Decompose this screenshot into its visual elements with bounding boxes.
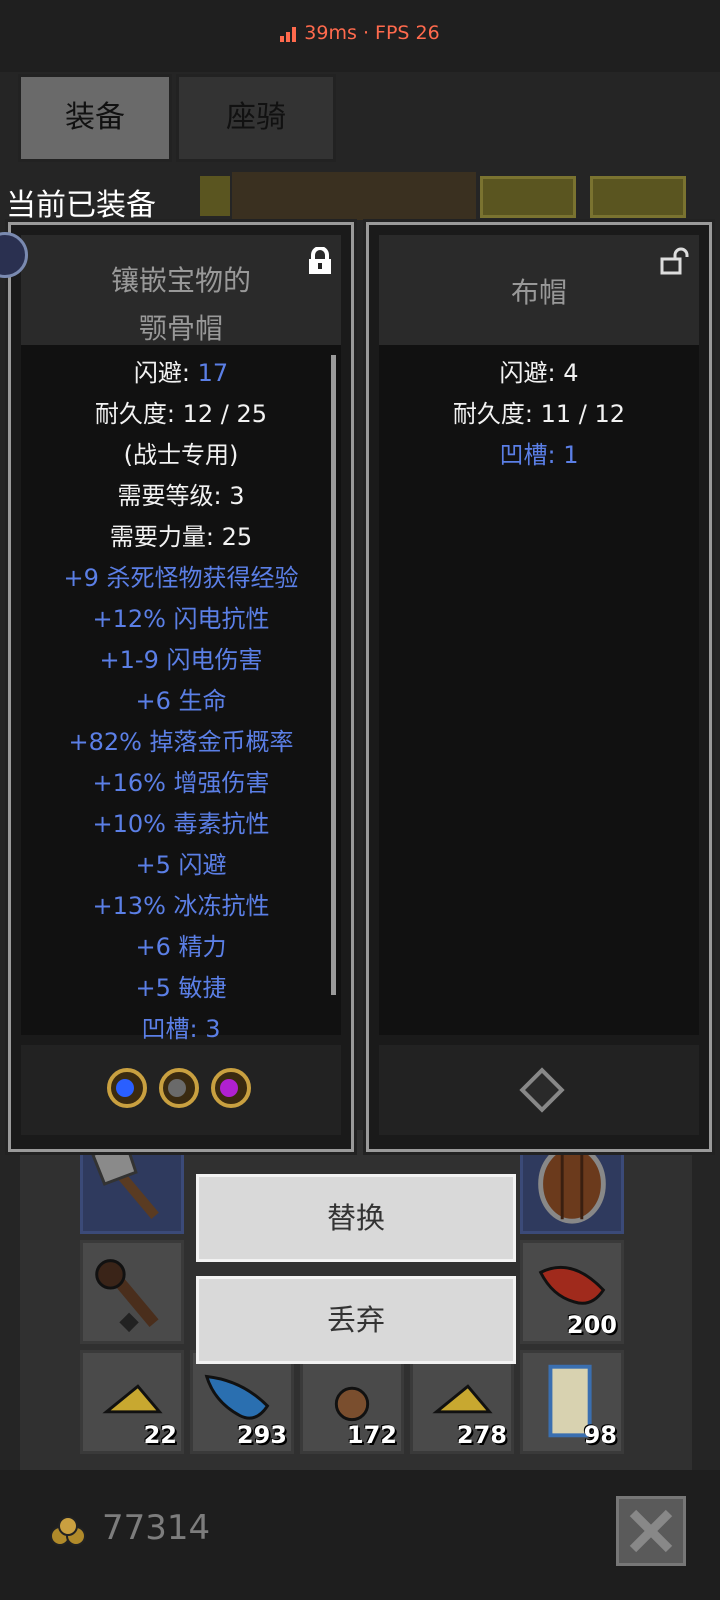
item-stats-list[interactable]: 闪避: 17 耐久度: 12 / 25 (战士专用) 需要等级: 3 需要力量: 25 +…: [21, 345, 341, 1043]
stat-label: +1-9 闪电伤害: [99, 646, 263, 674]
equipment-slot-bg: [590, 176, 686, 218]
stat-label: 凹槽: 3: [141, 1015, 221, 1043]
inventory-slot[interactable]: 293: [190, 1350, 294, 1454]
stat-label: (战士专用): [123, 441, 239, 469]
currently-equipped-label: 当前已装备: [6, 188, 156, 223]
inventory-slot[interactable]: 172: [300, 1350, 404, 1454]
stat-label: +5 敏捷: [135, 974, 227, 1002]
stat-line: +13% 冰冻抗性: [21, 886, 341, 927]
stat-label: +13% 冰冻抗性: [92, 892, 270, 920]
item-title: 布帽: [379, 235, 699, 345]
equipment-slot-bg: [232, 172, 476, 220]
close-button[interactable]: [616, 1496, 686, 1566]
gold-amount: 77314: [102, 1508, 211, 1548]
stat-line: +5 敏捷: [21, 968, 341, 1009]
stat-line: 闪避: 17: [21, 353, 341, 394]
stat-line: +6 生命: [21, 681, 341, 722]
stat-label: +9 杀死怪物获得经验: [63, 564, 299, 592]
item-name-line1: 镶嵌宝物的: [110, 264, 251, 297]
purple-gem-icon: [211, 1068, 251, 1108]
stat-line: 需要等级: 3: [21, 476, 341, 517]
inventory-slot[interactable]: [80, 1240, 184, 1344]
socket-row: [21, 1045, 341, 1135]
stat-label: +16% 增强伤害: [92, 769, 270, 797]
stat-value: 17: [197, 359, 229, 387]
grey-gem-icon: [159, 1068, 199, 1108]
equipped-item-panel: 镶嵌宝物的 颚骨帽 闪避: 17 耐久度: 12 / 25 (战士专用) 需要等级: …: [5, 219, 357, 1155]
empty-socket-icon: [519, 1067, 565, 1113]
spiked-club-icon: [95, 1259, 159, 1333]
inventory-slot[interactable]: 200: [520, 1240, 624, 1344]
gold-coins-icon: [50, 1516, 86, 1546]
item-quantity: 22: [143, 1421, 177, 1449]
unlock-icon[interactable]: [659, 247, 691, 275]
signal-icon: [280, 26, 297, 42]
lock-icon[interactable]: [307, 247, 333, 275]
stat-label: 需要等级: 3: [117, 482, 245, 510]
stat-label: +6 精力: [135, 933, 227, 961]
equipment-slot-bg: [480, 176, 576, 218]
item-quantity: 98: [583, 1421, 617, 1449]
stat-label: 凹槽: 1: [499, 441, 579, 469]
tab-equipment[interactable]: 装备: [18, 74, 172, 162]
item-stats-list: 闪避: 4 耐久度: 11 / 12 凹槽: 1: [379, 345, 699, 1035]
stat-line: +10% 毒素抗性: [21, 804, 341, 845]
stat-label: 耐久度: 12 / 25: [94, 400, 268, 428]
network-status: 39ms · FPS 26: [0, 22, 720, 44]
stat-label: 需要力量: 25: [109, 523, 253, 551]
stat-line: 凹槽: 3: [21, 1009, 341, 1050]
selected-item-panel: 布帽 闪避: 4 耐久度: 11 / 12 凹槽: 1: [363, 219, 715, 1155]
replace-button[interactable]: 替换: [196, 1174, 516, 1262]
equipment-slot-bg: [200, 176, 230, 216]
item-name: 布帽: [510, 276, 567, 309]
blue-gem-icon: [107, 1068, 147, 1108]
item-quantity: 278: [456, 1421, 507, 1449]
discard-button[interactable]: 丢弃: [196, 1276, 516, 1364]
stat-label: 耐久度: 11 / 12: [452, 400, 626, 428]
item-quantity: 172: [346, 1421, 397, 1449]
stat-line: 凹槽: 1: [379, 435, 699, 476]
scrollbar[interactable]: [331, 355, 336, 995]
item-quantity: 200: [566, 1311, 617, 1339]
stat-label: +12% 闪电抗性: [92, 605, 270, 633]
item-title: 镶嵌宝物的 颚骨帽: [21, 235, 341, 345]
stat-line: (战士专用): [21, 435, 341, 476]
stat-label: 闪避:: [133, 359, 198, 387]
stat-label: +10% 毒素抗性: [92, 810, 270, 838]
stat-line: 闪避: 4: [379, 353, 699, 394]
stat-line: +5 闪避: [21, 845, 341, 886]
socket-row: [379, 1045, 699, 1135]
status-separator: ·: [362, 22, 369, 44]
stat-line: +9 杀死怪物获得经验: [21, 558, 341, 599]
stat-label: +5 闪避: [135, 851, 227, 879]
stat-label: 闪避: 4: [499, 359, 579, 387]
stat-label: +82% 掉落金币概率: [68, 728, 294, 756]
stat-line: +82% 掉落金币概率: [21, 722, 341, 763]
stat-line: 需要力量: 25: [21, 517, 341, 558]
stat-line: 耐久度: 12 / 25: [21, 394, 341, 435]
fps-text: FPS 26: [375, 22, 440, 44]
stat-line: 耐久度: 11 / 12: [379, 394, 699, 435]
tab-mount[interactable]: 座骑: [176, 74, 336, 162]
inventory-slot[interactable]: 22: [80, 1350, 184, 1454]
inventory-slot[interactable]: 98: [520, 1350, 624, 1454]
ping-text: 39ms: [304, 22, 357, 44]
stat-line: +6 精力: [21, 927, 341, 968]
close-icon: [629, 1509, 673, 1553]
stat-line: +12% 闪电抗性: [21, 599, 341, 640]
inventory-slot[interactable]: 278: [410, 1350, 514, 1454]
item-quantity: 293: [236, 1421, 287, 1449]
stat-line: +16% 增强伤害: [21, 763, 341, 804]
stat-label: +6 生命: [135, 687, 227, 715]
stat-line: +1-9 闪电伤害: [21, 640, 341, 681]
